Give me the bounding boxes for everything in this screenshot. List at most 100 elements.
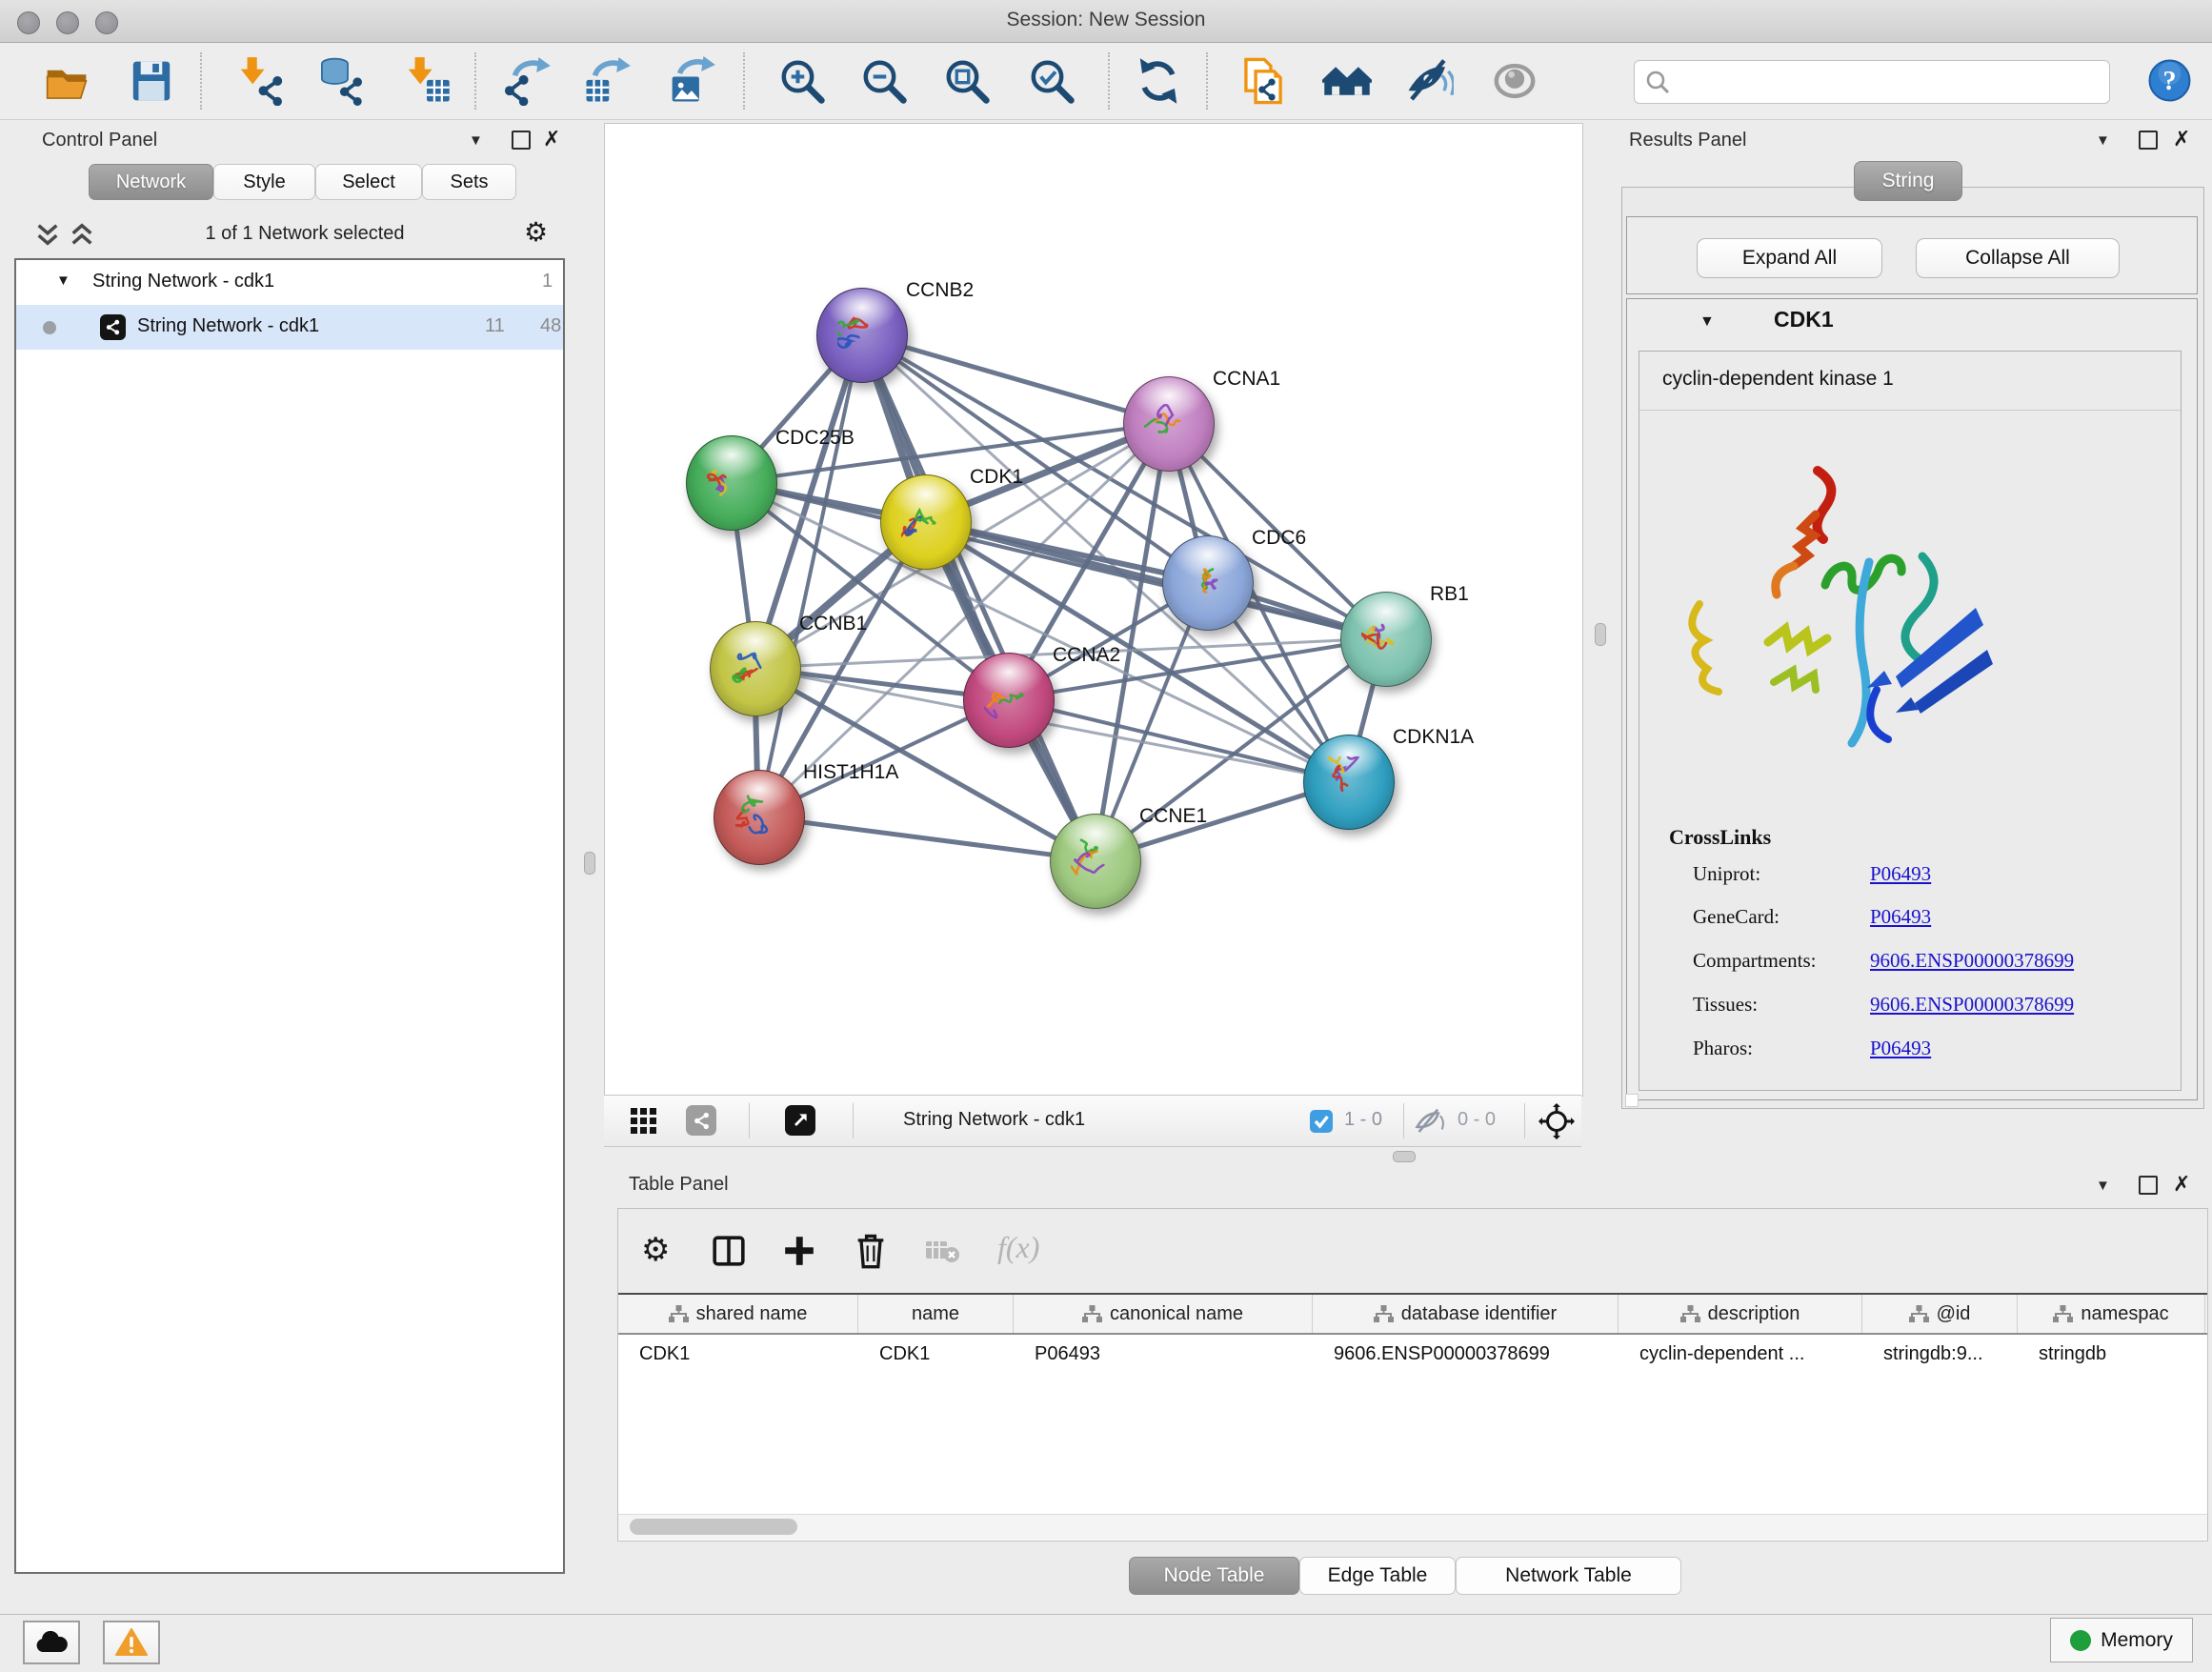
table-gear-icon[interactable]: ⚙: [641, 1234, 670, 1266]
add-column-icon[interactable]: [782, 1234, 816, 1268]
results-panel-float-icon[interactable]: [2139, 131, 2158, 150]
left-splitter-handle[interactable]: [584, 852, 595, 875]
grid-view-icon[interactable]: [631, 1108, 657, 1135]
crosslink-link[interactable]: 9606.ENSP00000378699: [1870, 993, 2074, 1017]
column-header-2[interactable]: name: [858, 1295, 1014, 1333]
export-image-icon[interactable]: [667, 56, 716, 106]
column-header-5[interactable]: description: [1619, 1295, 1862, 1333]
tab-sets[interactable]: Sets: [422, 164, 516, 200]
refresh-icon[interactable]: [1134, 56, 1183, 106]
control-panel-float-icon[interactable]: [512, 131, 531, 150]
crosslink-link[interactable]: 9606.ENSP00000378699: [1870, 949, 2074, 973]
delete-column-icon[interactable]: [853, 1232, 889, 1270]
network-share-view-icon[interactable]: [686, 1105, 716, 1136]
import-table-icon[interactable]: [402, 56, 452, 106]
collapse-all-button[interactable]: Collapse All: [1916, 238, 2120, 278]
crosslink-link[interactable]: P06493: [1870, 905, 1931, 929]
results-panel-menu-icon[interactable]: ▼: [2096, 132, 2110, 149]
show-columns-icon[interactable]: [712, 1234, 746, 1268]
results-panel-close-icon[interactable]: ✗: [2173, 129, 2190, 150]
edge[interactable]: [925, 521, 1385, 638]
fit-selected-crosshair-icon[interactable]: [1538, 1103, 1575, 1139]
column-header-1[interactable]: shared name: [618, 1295, 858, 1333]
network-canvas[interactable]: CCNB2CCNA1CDC25BCDK1CDC6RB1CCNB1CCNA2CDK…: [604, 123, 1583, 1097]
scrollbar-thumb[interactable]: [630, 1519, 797, 1535]
table-panel-float-icon[interactable]: [2139, 1176, 2158, 1195]
section-collapse-triangle-icon[interactable]: ▼: [1699, 313, 1715, 331]
node-hist1h1a[interactable]: [714, 770, 805, 865]
import-network-database-icon[interactable]: [314, 56, 364, 106]
protein-thumbnail: [837, 310, 887, 363]
open-session-icon[interactable]: [42, 56, 91, 106]
selected-checkbox-icon[interactable]: [1309, 1109, 1334, 1134]
node-ccne1[interactable]: [1050, 814, 1141, 909]
node-ccna1[interactable]: [1123, 376, 1215, 472]
crosslink-link[interactable]: P06493: [1870, 862, 1931, 886]
help-icon[interactable]: ?: [2147, 58, 2192, 103]
tab-node-table[interactable]: Node Table: [1129, 1557, 1299, 1595]
expand-all-button[interactable]: Expand All: [1697, 238, 1882, 278]
node-rb1[interactable]: [1340, 592, 1432, 687]
table-cell[interactable]: stringdb: [2018, 1335, 2205, 1373]
node-ccna2[interactable]: [963, 653, 1055, 748]
table-cell[interactable]: CDK1: [858, 1335, 1014, 1373]
column-header-6[interactable]: @id: [1862, 1295, 2018, 1333]
zoom-fit-icon[interactable]: [942, 56, 992, 106]
edge[interactable]: [861, 334, 1168, 423]
control-panel-close-icon[interactable]: ✗: [543, 129, 560, 150]
tab-edge-table[interactable]: Edge Table: [1299, 1557, 1456, 1595]
right-splitter-handle[interactable]: [1595, 623, 1606, 646]
node-cdkn1a[interactable]: [1303, 735, 1395, 830]
tab-network-table[interactable]: Network Table: [1456, 1557, 1681, 1595]
column-header-4[interactable]: database identifier: [1313, 1295, 1619, 1333]
crosslink-link[interactable]: P06493: [1870, 1037, 1931, 1060]
column-header-7[interactable]: namespac: [2018, 1295, 2205, 1333]
collapse-all-icon[interactable]: [34, 221, 61, 248]
table-cell[interactable]: P06493: [1014, 1335, 1313, 1373]
save-session-icon[interactable]: [127, 56, 176, 106]
node-cdc6[interactable]: [1162, 535, 1254, 631]
birdseye-view-icon[interactable]: [785, 1105, 815, 1136]
export-network-icon[interactable]: [502, 56, 552, 106]
cloud-button[interactable]: [23, 1621, 80, 1664]
zoom-in-icon[interactable]: [777, 56, 827, 106]
tab-network[interactable]: Network: [89, 164, 213, 200]
tab-select[interactable]: Select: [315, 164, 422, 200]
memory-button[interactable]: Memory: [2050, 1618, 2193, 1662]
bottom-splitter-handle[interactable]: [1393, 1151, 1416, 1162]
node-cdc25b[interactable]: [686, 435, 777, 531]
clone-network-icon[interactable]: [1238, 56, 1288, 106]
table-row[interactable]: CDK1CDK1P064939606.ENSP00000378699cyclin…: [618, 1335, 2207, 1373]
search-box[interactable]: [1634, 60, 2110, 104]
zoom-selected-icon[interactable]: [1027, 56, 1076, 106]
table-cell[interactable]: stringdb:9...: [1862, 1335, 2018, 1373]
control-panel-menu-icon[interactable]: ▼: [469, 132, 483, 149]
table-panel-close-icon[interactable]: ✗: [2173, 1174, 2190, 1195]
warning-button[interactable]: [103, 1621, 160, 1664]
horizontal-scrollbar[interactable]: [618, 1514, 2207, 1540]
hide-selected-eye-icon[interactable]: [1404, 56, 1454, 106]
network-panel-gear-icon[interactable]: ⚙: [524, 219, 548, 246]
network-row[interactable]: String Network - cdk1 11 48: [16, 305, 563, 350]
network-collection-row[interactable]: ▼ String Network - cdk1 1: [16, 260, 563, 305]
node-ccnb2[interactable]: [816, 288, 908, 383]
table-header-row[interactable]: shared namenamecanonical namedatabase id…: [618, 1295, 2207, 1335]
import-network-file-icon[interactable]: [234, 56, 284, 106]
expand-all-icon[interactable]: [69, 221, 95, 248]
table-panel-menu-icon[interactable]: ▼: [2096, 1178, 2110, 1194]
collapse-triangle-icon[interactable]: ▼: [56, 272, 70, 289]
tab-style[interactable]: Style: [213, 164, 315, 200]
search-input[interactable]: [1677, 65, 2100, 97]
node-ccnb1[interactable]: [710, 621, 801, 716]
node-cdk1[interactable]: [880, 474, 972, 570]
export-table-icon[interactable]: [582, 56, 632, 106]
edge[interactable]: [758, 816, 1095, 860]
results-tab-string[interactable]: String: [1854, 161, 1962, 201]
table-cell[interactable]: cyclin-dependent ...: [1619, 1335, 1862, 1373]
table-cell[interactable]: CDK1: [618, 1335, 858, 1373]
table-cell[interactable]: 9606.ENSP00000378699: [1313, 1335, 1619, 1373]
houses-icon[interactable]: [1322, 56, 1372, 106]
column-header-3[interactable]: canonical name: [1014, 1295, 1313, 1333]
edge[interactable]: [758, 334, 861, 816]
zoom-out-icon[interactable]: [859, 56, 909, 106]
